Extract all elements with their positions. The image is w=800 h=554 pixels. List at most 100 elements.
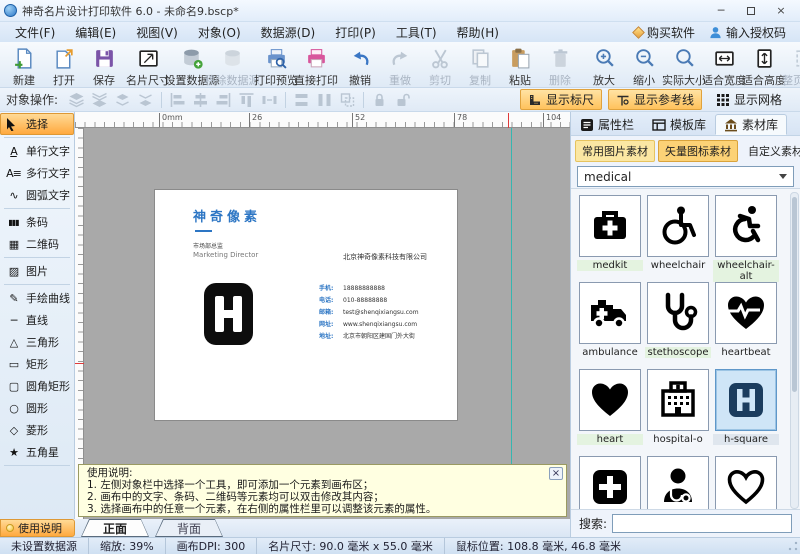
- material-h-square[interactable]: [715, 369, 777, 431]
- resize-grip[interactable]: [788, 541, 798, 551]
- send-to-back-button[interactable]: [89, 90, 110, 109]
- material-user-md[interactable]: [647, 456, 709, 509]
- card-brand-text[interactable]: 神奇像素: [193, 206, 261, 225]
- show-guides-toggle[interactable]: 显示参考线: [608, 89, 702, 110]
- material-ambulance[interactable]: [579, 282, 641, 344]
- tool-select[interactable]: 选择: [0, 113, 74, 135]
- redo-button[interactable]: 重做: [380, 44, 420, 91]
- help-close-button[interactable]: ×: [549, 467, 563, 480]
- show-ruler-toggle[interactable]: 显示标尺: [520, 89, 602, 110]
- show-grid-toggle[interactable]: 显示网格: [708, 89, 790, 110]
- align-right-button[interactable]: [213, 90, 234, 109]
- close-button[interactable]: ×: [766, 1, 796, 21]
- scrollbar-thumb[interactable]: [792, 197, 797, 392]
- category-dropdown[interactable]: medical: [577, 166, 794, 187]
- material-medkit[interactable]: [579, 195, 641, 257]
- material-heart-o[interactable]: [715, 456, 777, 509]
- full-page-button[interactable]: 整页显示: [784, 44, 800, 91]
- subtab-vector-icons[interactable]: 矢量图标素材: [658, 140, 738, 162]
- copy-button[interactable]: 复制: [460, 44, 500, 91]
- tab-templates[interactable]: 模板库: [643, 114, 715, 135]
- tool-line[interactable]: ─直线: [0, 309, 74, 331]
- subtab-custom[interactable]: 自定义素材: [741, 140, 800, 162]
- material-wheelchair[interactable]: [647, 195, 709, 257]
- lock-button[interactable]: [369, 90, 390, 109]
- menu-help[interactable]: 帮助(H): [448, 23, 508, 42]
- cut-button[interactable]: 剪切: [420, 44, 460, 91]
- card-company[interactable]: 北京神奇像素科技有限公司: [343, 252, 427, 262]
- tool-multi-line-text[interactable]: A≡多行文字: [0, 162, 74, 184]
- fit-width-button[interactable]: 适合宽度: [704, 44, 744, 91]
- canvas-area[interactable]: 0mm 26 52 78 104 神奇像素 市场部总监 Marketing Di…: [75, 112, 570, 519]
- material-wheelchair-alt[interactable]: [715, 195, 777, 257]
- open-button[interactable]: 打开: [44, 44, 84, 91]
- menu-view[interactable]: 视图(V): [127, 23, 187, 42]
- tool-rectangle[interactable]: ▭矩形: [0, 353, 74, 375]
- move-up-layer-button[interactable]: [112, 90, 133, 109]
- material-heart[interactable]: [579, 369, 641, 431]
- brand-underline[interactable]: [195, 230, 212, 232]
- zoom-in-button[interactable]: 放大: [584, 44, 624, 91]
- tool-diamond[interactable]: ◇菱形: [0, 419, 74, 441]
- actual-size-button[interactable]: 实际大小: [664, 44, 704, 91]
- same-size-button[interactable]: [337, 90, 358, 109]
- menu-tools[interactable]: 工具(T): [387, 23, 446, 42]
- align-center-button[interactable]: [190, 90, 211, 109]
- vertical-guide-line[interactable]: [511, 128, 512, 464]
- save-button[interactable]: 保存: [84, 44, 124, 91]
- align-left-button[interactable]: [167, 90, 188, 109]
- menu-file[interactable]: 文件(F): [6, 23, 64, 42]
- search-input[interactable]: [612, 514, 792, 533]
- remove-datasource-button[interactable]: 移除数据源: [212, 44, 252, 91]
- tab-front-side[interactable]: 正面: [81, 519, 149, 537]
- enter-license-button[interactable]: 输入授权码: [709, 24, 786, 41]
- material-heartbeat[interactable]: [715, 282, 777, 344]
- print-preview-button[interactable]: 打印预览: [256, 44, 296, 91]
- tab-back-side[interactable]: 背面: [155, 519, 223, 537]
- subtab-common-images[interactable]: 常用图片素材: [575, 140, 655, 162]
- material-stethoscope[interactable]: [647, 282, 709, 344]
- tool-arc-text[interactable]: ∿圆弧文字: [0, 184, 74, 206]
- panel-scrollbar[interactable]: [790, 192, 799, 509]
- tool-image[interactable]: ▨图片: [0, 260, 74, 282]
- tab-materials[interactable]: 素材库: [715, 114, 787, 135]
- tool-star[interactable]: ★五角星: [0, 441, 74, 463]
- tool-single-line-text[interactable]: A单行文字: [0, 140, 74, 162]
- tool-qrcode[interactable]: ▦二维码: [0, 233, 74, 255]
- maximize-button[interactable]: [736, 1, 766, 21]
- same-height-button[interactable]: [314, 90, 335, 109]
- distribute-h-button[interactable]: [259, 90, 280, 109]
- tool-circle[interactable]: ○圆形: [0, 397, 74, 419]
- undo-button[interactable]: 撤销: [340, 44, 380, 91]
- bring-to-front-button[interactable]: [66, 90, 87, 109]
- material-hospital-o[interactable]: [647, 369, 709, 431]
- menu-datasource[interactable]: 数据源(D): [252, 23, 325, 42]
- direct-print-button[interactable]: 直接打印: [296, 44, 336, 91]
- tool-rounded-rectangle[interactable]: ▢圆角矩形: [0, 375, 74, 397]
- menu-object[interactable]: 对象(O): [189, 23, 250, 42]
- new-button[interactable]: 新建: [4, 44, 44, 91]
- move-down-layer-button[interactable]: [135, 90, 156, 109]
- align-top-button[interactable]: [236, 90, 257, 109]
- card-size-button[interactable]: 名片尺寸: [128, 44, 168, 91]
- tool-freehand-curve[interactable]: ✎手绘曲线: [0, 287, 74, 309]
- menu-edit[interactable]: 编辑(E): [66, 23, 125, 42]
- card-title-en[interactable]: Marketing Director: [193, 251, 258, 259]
- minimize-button[interactable]: ─: [706, 1, 736, 21]
- menu-print[interactable]: 打印(P): [326, 23, 385, 42]
- card-contacts[interactable]: 手机:18888888888 电话:010-88888888 邮箱:test@s…: [319, 285, 419, 340]
- buy-software-button[interactable]: 购买软件: [634, 24, 695, 41]
- material-plus-square[interactable]: [579, 456, 641, 509]
- same-width-button[interactable]: [291, 90, 312, 109]
- zoom-out-button[interactable]: 缩小: [624, 44, 664, 91]
- card-title-cn[interactable]: 市场部总监: [193, 241, 223, 250]
- usage-help-button[interactable]: 使用说明: [0, 519, 75, 537]
- business-card-canvas[interactable]: 神奇像素 市场部总监 Marketing Director 北京神奇像素科技有限…: [155, 190, 457, 420]
- tool-barcode[interactable]: ▮▮▮条码: [0, 211, 74, 233]
- paste-button[interactable]: 粘贴: [500, 44, 540, 91]
- unlock-button[interactable]: [392, 90, 413, 109]
- tool-triangle[interactable]: △三角形: [0, 331, 74, 353]
- h-square-logo[interactable]: [204, 283, 253, 345]
- tab-properties[interactable]: 属性栏: [571, 114, 643, 135]
- delete-button[interactable]: 删除: [540, 44, 580, 91]
